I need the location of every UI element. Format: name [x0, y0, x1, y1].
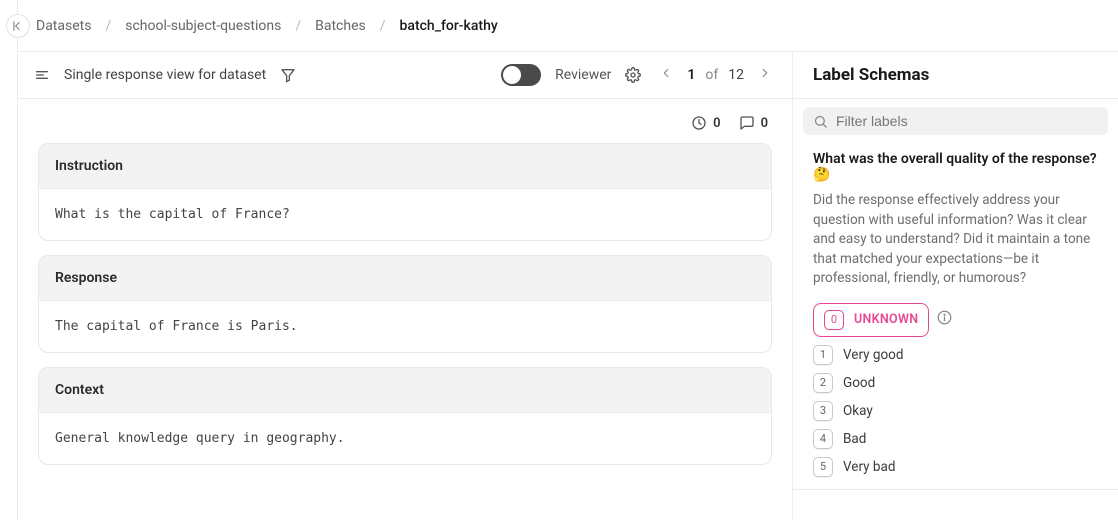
instruction-card: Instruction What is the capital of Franc… [38, 143, 772, 241]
breadcrumb-separator: / [374, 18, 392, 34]
time-count-value: 0 [713, 116, 720, 131]
time-count[interactable]: 0 [691, 115, 720, 131]
comment-icon [739, 115, 755, 131]
label-option-unknown[interactable]: 0 UNKNOWN [813, 303, 929, 337]
info-icon[interactable] [937, 310, 952, 329]
breadcrumb-datasets[interactable]: Datasets [36, 18, 91, 34]
pager-next[interactable] [754, 62, 776, 88]
list-icon[interactable] [34, 67, 50, 83]
label-option-label: Good [843, 375, 875, 391]
settings-icon[interactable] [625, 67, 641, 83]
pager-current: 1 [687, 67, 695, 83]
breadcrumb-separator: / [289, 18, 307, 34]
breadcrumb: Datasets / school-subject-questions / Ba… [18, 0, 1118, 52]
context-card: Context General knowledge query in geogr… [38, 367, 772, 465]
label-option-label: Very bad [843, 459, 895, 475]
search-icon [813, 114, 828, 129]
breadcrumb-batches[interactable]: Batches [315, 18, 366, 34]
label-option-key: 3 [813, 401, 833, 421]
instruction-card-body: What is the capital of France? [39, 189, 771, 240]
pager-total: 12 [728, 67, 744, 83]
clock-icon [691, 115, 707, 131]
reviewer-label: Reviewer [555, 67, 611, 83]
instruction-card-header: Instruction [39, 144, 771, 189]
context-card-body: General knowledge query in geography. [39, 413, 771, 464]
label-option-key: 5 [813, 457, 833, 477]
view-label: Single response view for dataset [64, 67, 266, 83]
label-option-label: Okay [843, 403, 873, 419]
toolbar: Single response view for dataset Reviewe… [18, 52, 793, 99]
label-option-okay[interactable]: 3 Okay [813, 401, 1098, 421]
pager: 1 of 12 [655, 62, 776, 88]
label-option-label: Very good [843, 347, 904, 363]
label-option-label: UNKNOWN [854, 312, 918, 327]
label-option-key: 0 [824, 310, 844, 330]
pager-prev[interactable] [655, 62, 677, 88]
side-divider [793, 489, 1118, 490]
pager-of: of [705, 67, 718, 83]
filter-icon[interactable] [280, 67, 296, 83]
response-card: Response The capital of France is Paris. [38, 255, 772, 353]
response-card-header: Response [39, 256, 771, 301]
response-card-body: The capital of France is Paris. [39, 301, 771, 352]
label-option-bad[interactable]: 4 Bad [813, 429, 1098, 449]
left-rail [0, 0, 18, 520]
label-option-very-bad[interactable]: 5 Very bad [813, 457, 1098, 477]
label-options: 0 UNKNOWN 1 Very good 2 Good 3 Okay 4 [813, 303, 1098, 489]
label-option-good[interactable]: 2 Good [813, 373, 1098, 393]
comment-count[interactable]: 0 [739, 115, 768, 131]
label-option-label: Bad [843, 431, 866, 447]
filter-labels-input-wrap[interactable] [803, 107, 1108, 135]
chevron-left-bar-icon [11, 19, 25, 33]
breadcrumb-separator: / [99, 18, 117, 34]
label-question: What was the overall quality of the resp… [793, 141, 1118, 489]
collapse-sidebar-button[interactable] [6, 14, 30, 38]
breadcrumb-dataset-name[interactable]: school-subject-questions [125, 18, 281, 34]
main-content: 0 0 Instruction What is the capital of F… [18, 99, 793, 520]
side-panel-title: Label Schemas [793, 52, 1118, 99]
label-question-title: What was the overall quality of the resp… [813, 151, 1098, 183]
label-option-key: 2 [813, 373, 833, 393]
reviewer-toggle[interactable] [501, 64, 541, 86]
context-card-header: Context [39, 368, 771, 413]
filter-labels-input[interactable] [836, 113, 1098, 129]
meta-counts: 0 0 [38, 111, 772, 143]
label-option-very-good[interactable]: 1 Very good [813, 345, 1098, 365]
label-question-desc: Did the response effectively address you… [813, 191, 1098, 289]
label-option-key: 1 [813, 345, 833, 365]
label-option-key: 4 [813, 429, 833, 449]
comment-count-value: 0 [761, 116, 768, 131]
side-panel: Label Schemas What was the overall quali… [793, 52, 1118, 520]
breadcrumb-current: batch_for-kathy [400, 18, 498, 34]
